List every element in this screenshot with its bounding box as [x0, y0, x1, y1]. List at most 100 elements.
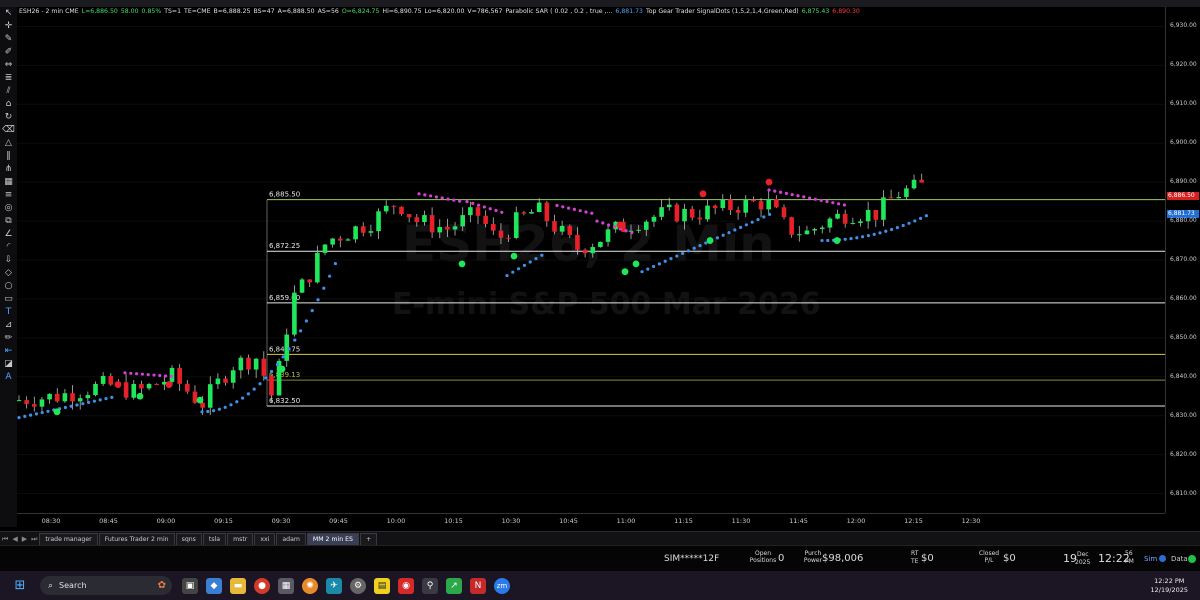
psar-dot [721, 233, 725, 237]
history-icon[interactable]: ↻ [0, 111, 17, 124]
signal-dot-green [632, 260, 640, 268]
app-orange-icon[interactable]: ✺ [302, 577, 318, 594]
top-menu-strip [0, 0, 1200, 7]
tab-prev-icon[interactable]: ◀ [12, 535, 17, 543]
price-chart[interactable]: ESH26, 2 Min E-mini S&P 500 Mar 2026 6,8… [17, 7, 1165, 513]
psar-dot [842, 203, 847, 207]
candle-body [108, 376, 114, 385]
layers-icon[interactable]: ⧉ [0, 215, 17, 228]
tab-first-icon[interactable]: ⏮ [2, 535, 8, 544]
psar-dot [34, 412, 38, 416]
candle-body [544, 202, 550, 222]
account-id[interactable]: SIM*****12F [664, 554, 719, 564]
bars-icon[interactable]: ‖ [0, 150, 17, 163]
taskbar-search[interactable]: ⌕ Search ✿ [40, 576, 172, 595]
tab-tsla[interactable]: tsla [202, 533, 227, 545]
ruler-icon[interactable]: ⊿ [0, 319, 17, 332]
psar-dot [511, 270, 515, 274]
sticky-notes-icon[interactable]: ▤ [374, 577, 390, 594]
info-open: O=6,824.75 [341, 8, 380, 15]
candle-body [536, 202, 542, 213]
candle-body [529, 212, 534, 214]
grid-icon[interactable]: ▦ [0, 176, 17, 189]
file-explorer-icon[interactable]: ▬ [230, 577, 246, 594]
circle-icon[interactable]: ○ [0, 280, 17, 293]
eraser-icon[interactable]: ⌫ [0, 124, 17, 137]
psar-dot [46, 409, 50, 413]
info-signal-label[interactable]: Top Gear Trader SignalDots (1,5,2,1,4,Gr… [646, 8, 799, 15]
app-settings-icon[interactable]: ⚙ [350, 577, 366, 594]
tab-mm-2-min-es[interactable]: MM 2 min ES [306, 533, 359, 545]
app-teal-icon[interactable]: ✈ [326, 577, 342, 594]
eraser-alt-icon[interactable]: ◪ [0, 358, 17, 371]
tab-sqns[interactable]: sqns [175, 533, 202, 545]
triangle-icon[interactable]: △ [0, 137, 17, 150]
info-signal-green: 6,875.43 [801, 8, 830, 15]
tab-last-icon[interactable]: ⏭ [31, 535, 37, 544]
signal-dot-green [136, 392, 144, 400]
candle-body [39, 399, 45, 407]
start-icon[interactable]: ⊞ [12, 578, 28, 594]
crosshair-icon[interactable]: ✛ [0, 20, 17, 33]
psar-dot [924, 214, 929, 218]
text-icon[interactable]: T [0, 306, 17, 319]
arc-icon[interactable]: ◜ [0, 241, 17, 254]
psar-dot [241, 396, 245, 400]
psar-dot [528, 260, 532, 264]
copilot-icon[interactable]: ◆ [206, 577, 222, 594]
channel-icon[interactable]: ⫽ [0, 85, 17, 98]
candle-body [712, 205, 718, 209]
info-psar-label[interactable]: Parabolic SAR ( 0.02 , 0.2 , true ,... [505, 8, 612, 15]
pencil-icon[interactable]: ✐ [0, 46, 17, 59]
calculator-icon[interactable]: ▦ [278, 577, 294, 594]
brush-icon[interactable]: ✎ [0, 33, 17, 46]
rectangle-icon[interactable]: ▭ [0, 293, 17, 306]
psar-dot [681, 251, 685, 256]
price-axis-label: 6,890.00 [1170, 178, 1197, 186]
price-axis[interactable]: 6,886.50 6,881.73 6,930.00 6,920.00 6,910.… [1165, 7, 1200, 513]
fib-icon[interactable]: ≣ [0, 72, 17, 85]
cursor-icon[interactable]: ↖ [0, 7, 17, 20]
taskbar-clock[interactable]: 12:22 PM 12/19/2025 [1151, 577, 1188, 595]
psar-dot [246, 392, 250, 396]
map-pin-icon[interactable]: ⚲ [422, 577, 438, 594]
info-low: Lo=6,820.00 [424, 8, 465, 15]
tab-xxi[interactable]: xxi [254, 533, 276, 545]
chrome-icon[interactable]: ● [254, 577, 270, 594]
indent-icon[interactable]: ⇤ [0, 345, 17, 358]
data-label: Data [1171, 555, 1188, 563]
time-axis[interactable]: 08:30 08:45 09:00 09:15 09:30 09:45 10:00 10:15… [17, 513, 1165, 531]
brush-alt-icon[interactable]: ✏ [0, 332, 17, 345]
candle-body [896, 196, 902, 199]
taskbar-clock-time: 12:22 PM [1154, 576, 1185, 585]
tab-futures-trader-2-min[interactable]: Futures Trader 2 min [98, 533, 175, 545]
angle-icon[interactable]: ∠ [0, 228, 17, 241]
psar-dot [522, 263, 526, 268]
candle-body [422, 215, 427, 223]
candle-body [406, 214, 412, 218]
add-tab-icon[interactable]: + [359, 533, 378, 545]
candle-body [720, 199, 726, 209]
arrow-down-icon[interactable]: ⇩ [0, 254, 17, 267]
ai-icon[interactable]: A [0, 371, 17, 384]
gann-icon[interactable]: ◇ [0, 267, 17, 280]
zoom-icon[interactable]: zm [494, 577, 510, 594]
info-change-pct: 0.85% [141, 8, 162, 15]
measure-icon[interactable]: ⇔ [0, 59, 17, 72]
tab-mstr[interactable]: mstr [227, 533, 254, 545]
task-view-icon[interactable]: ▣ [182, 577, 198, 594]
psar-dot [488, 207, 492, 211]
tab-next-icon[interactable]: ▶ [22, 535, 27, 543]
list-icon[interactable]: ≡ [0, 189, 17, 202]
app-green-icon[interactable]: ↗ [446, 577, 462, 594]
psar-dot [584, 210, 588, 214]
app-red-icon[interactable]: ◉ [398, 577, 414, 594]
tab-adam[interactable]: adam [276, 533, 306, 545]
magnet-icon[interactable]: ⌂ [0, 98, 17, 111]
pitchfork-icon[interactable]: ⋔ [0, 163, 17, 176]
time-axis-label: 12:15 [904, 517, 923, 525]
tab-trade-manager[interactable]: trade manager [39, 533, 98, 545]
spiral-icon[interactable]: ◎ [0, 202, 17, 215]
app-nt-icon[interactable]: N [470, 577, 486, 594]
sim-status-icon [1159, 555, 1166, 562]
